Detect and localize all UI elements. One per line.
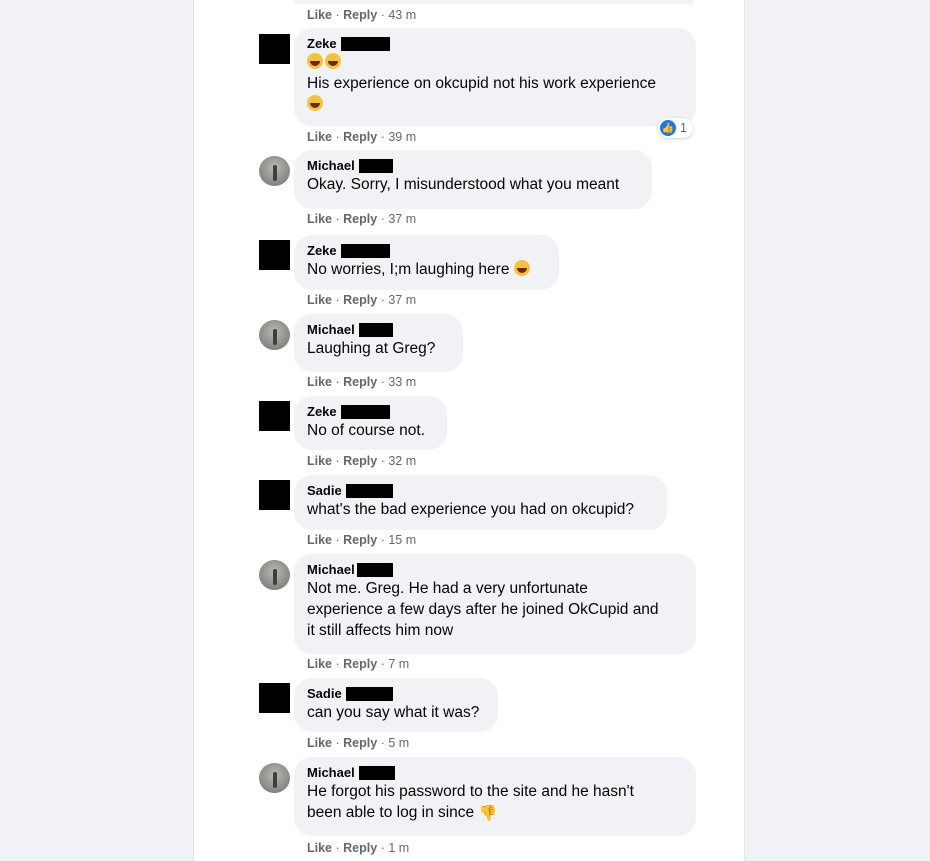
comment-time[interactable]: 5 m [388, 736, 409, 750]
laughing-emoji-icon [307, 95, 323, 111]
comment-text: His experience on okcupid not his work e… [307, 75, 656, 92]
redacted-surname [340, 405, 390, 419]
comment-time[interactable]: 37 m [388, 212, 416, 226]
comment-time[interactable]: 7 m [388, 657, 409, 671]
thumbs-down-icon: 👎 [478, 805, 498, 822]
reply-button[interactable]: Reply [343, 657, 377, 671]
comment-text: can you say what it was? [307, 704, 480, 721]
comment-text: No worries, I;m laughing here [307, 261, 510, 278]
redacted-surname [356, 563, 393, 577]
reply-button[interactable]: Reply [343, 293, 377, 307]
comment-time[interactable]: 15 m [388, 533, 416, 547]
comment-text: Okay. Sorry, I misunderstood what you me… [307, 176, 620, 193]
like-button[interactable]: Like [307, 212, 332, 226]
like-button[interactable]: Like [307, 8, 332, 22]
reply-button[interactable]: Reply [343, 841, 377, 855]
comment-text: No of course not. [307, 422, 426, 439]
reply-button[interactable]: Reply [343, 375, 377, 389]
avatar[interactable] [259, 156, 290, 186]
like-button[interactable]: Like [307, 454, 332, 468]
redacted-surname [358, 323, 393, 337]
comment-bubble: Sadie what's the bad experience you had … [294, 475, 667, 530]
reply-button[interactable]: Reply [343, 736, 377, 750]
avatar[interactable] [259, 320, 290, 350]
like-reaction-icon: 👍 [660, 120, 676, 136]
avatar[interactable] [259, 401, 290, 431]
redacted-surname [358, 159, 393, 173]
comment-bubble: Michael He forgot his password to the si… [294, 757, 696, 836]
author-name[interactable]: Zeke [307, 243, 337, 259]
reply-button[interactable]: Reply [343, 454, 377, 468]
comment-actions: Like · Reply · 33 m [307, 375, 417, 389]
avatar[interactable] [259, 480, 290, 510]
comment-actions: Like · Reply · 1 m [307, 841, 410, 855]
comment-time[interactable]: 33 m [388, 375, 416, 389]
laughing-emoji-icon [513, 260, 530, 276]
laughing-emoji-icon [325, 53, 341, 69]
avatar[interactable] [259, 763, 290, 793]
reply-button[interactable]: Reply [343, 8, 377, 22]
author-name[interactable]: Michael [307, 765, 355, 781]
like-button[interactable]: Like [307, 841, 332, 855]
like-button[interactable]: Like [307, 736, 332, 750]
comment-bubble: Sadie can you say what it was? [294, 678, 498, 732]
comment-bubble: Michael Not me. Greg. He had a very unfo… [294, 554, 696, 654]
avatar[interactable] [259, 34, 290, 64]
comment-text: He forgot his password to the site and h… [307, 783, 634, 822]
comment-time[interactable]: 37 m [388, 293, 416, 307]
avatar[interactable] [259, 683, 290, 713]
like-button[interactable]: Like [307, 657, 332, 671]
author-name[interactable]: Michael [307, 322, 355, 338]
comment-bubble: Zeke No of course not. [294, 396, 447, 450]
author-name[interactable]: Zeke [307, 36, 337, 52]
comment-text: what's the bad experience you had on okc… [307, 501, 634, 518]
like-button[interactable]: Like [307, 130, 332, 144]
comment-actions: Like · Reply · 32 m [307, 454, 417, 468]
comment-time[interactable]: 43 m [388, 8, 416, 22]
comment-bubble: Zeke His experience on okcupid not his w… [294, 28, 696, 126]
avatar[interactable] [259, 240, 290, 270]
laughing-emoji-icon [307, 53, 323, 69]
like-button[interactable]: Like [307, 375, 332, 389]
redacted-surname [340, 244, 390, 258]
author-name[interactable]: Zeke [307, 404, 337, 420]
comment-time[interactable]: 32 m [388, 454, 416, 468]
author-name[interactable]: Michael [307, 158, 355, 174]
reaction-count[interactable]: 👍 1 [658, 118, 693, 138]
comment-actions: Like · Reply · 7 m [307, 657, 410, 671]
comment-time[interactable]: 1 m [388, 841, 409, 855]
reply-button[interactable]: Reply [343, 130, 377, 144]
comment-text: Laughing at Greg? [307, 340, 436, 357]
reply-button[interactable]: Reply [343, 533, 377, 547]
redacted-surname [345, 687, 393, 701]
comment-actions: Like · Reply · 15 m [307, 533, 417, 547]
comment-time[interactable]: 39 m [388, 130, 416, 144]
reply-button[interactable]: Reply [343, 212, 377, 226]
redacted-surname [340, 37, 390, 51]
comment-actions: Like · Reply · 37 m [307, 293, 417, 307]
comment-actions: Like · Reply · 5 m [307, 736, 410, 750]
comment-bubble: Zeke No worries, I;m laughing here [294, 235, 559, 290]
avatar[interactable] [259, 560, 290, 590]
author-name[interactable]: Sadie [307, 686, 342, 702]
comment-text: Not me. Greg. He had a very unfortunate … [307, 580, 659, 639]
like-button[interactable]: Like [307, 293, 332, 307]
author-name[interactable]: Sadie [307, 483, 342, 499]
previous-comment-bubble [294, 0, 694, 4]
comment-actions: Like · Reply · 39 m [307, 130, 417, 144]
comment-bubble: Michael Okay. Sorry, I misunderstood wha… [294, 150, 652, 209]
comment-actions: Like · Reply · 37 m [307, 212, 417, 226]
redacted-surname [345, 484, 393, 498]
author-name[interactable]: Michael [307, 562, 355, 578]
redacted-surname [358, 766, 395, 780]
comment-actions: Like · Reply · 43 m [307, 8, 417, 22]
like-button[interactable]: Like [307, 533, 332, 547]
comment-bubble: Michael Laughing at Greg? [294, 314, 463, 372]
